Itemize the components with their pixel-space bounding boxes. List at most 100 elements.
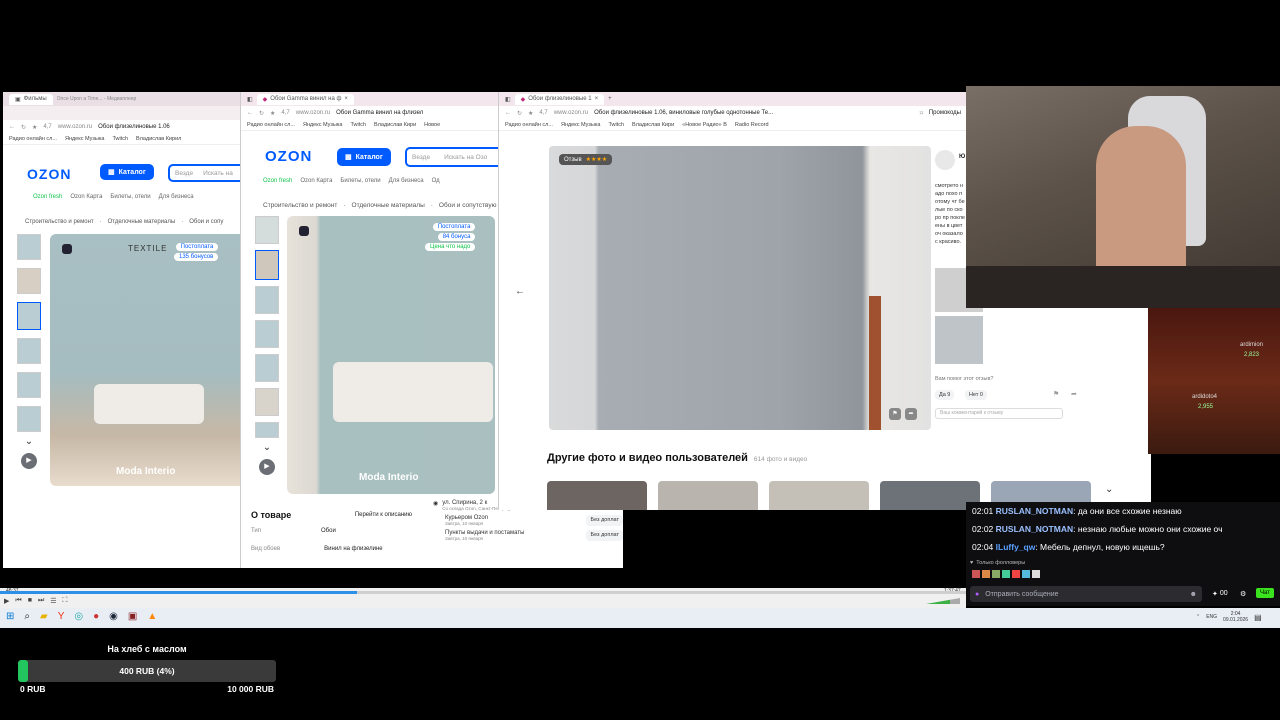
- emote-icon[interactable]: [972, 570, 980, 578]
- yandex-browser-icon[interactable]: Y: [58, 611, 65, 622]
- bookmark-item[interactable]: Яндекс Музыка: [561, 122, 600, 128]
- favorite-icon[interactable]: [299, 226, 309, 236]
- emote-icon[interactable]: [1032, 570, 1040, 578]
- language-indicator[interactable]: ENG: [1206, 614, 1217, 620]
- tab-nav-icon[interactable]: ◧: [505, 96, 511, 103]
- thumbnail[interactable]: [255, 250, 279, 280]
- thumbnail[interactable]: [255, 354, 279, 382]
- share-icon[interactable]: ➦: [1071, 390, 1077, 398]
- emote-icon[interactable]: [992, 570, 1000, 578]
- windows-start-icon[interactable]: ⊞: [6, 611, 14, 622]
- review-thumb[interactable]: [935, 316, 983, 364]
- new-tab-icon[interactable]: +: [608, 96, 612, 102]
- bookmark-item[interactable]: Twitch: [608, 122, 624, 128]
- thumbnail[interactable]: [255, 388, 279, 416]
- play-video-icon[interactable]: ▶: [259, 459, 275, 475]
- promo-button[interactable]: Промокоды: [929, 110, 961, 116]
- emote-icon[interactable]: [1002, 570, 1010, 578]
- playlist-icon[interactable]: ☰: [50, 597, 56, 605]
- bookmark-item[interactable]: Яндекс Музыка: [65, 136, 104, 142]
- bookmark-item[interactable]: Twitch: [112, 136, 128, 142]
- comment-input[interactable]: Ваш комментарий к отзыву: [935, 408, 1063, 419]
- browser-icon[interactable]: ◎: [74, 611, 83, 622]
- bookmark-item[interactable]: Twitch: [350, 122, 366, 128]
- ozon-logo[interactable]: OZON: [265, 148, 312, 165]
- thumbnail[interactable]: [255, 216, 279, 244]
- thumbnail[interactable]: [17, 234, 41, 260]
- bookmark-item[interactable]: Владислав Кири: [374, 122, 416, 128]
- thumbnail[interactable]: [17, 268, 41, 294]
- reload-icon[interactable]: ↻: [517, 110, 522, 117]
- emote-icon[interactable]: [1022, 570, 1030, 578]
- middle-tab[interactable]: ◆ Обои Gamma винил на ф ×: [256, 93, 354, 105]
- back-arrow-icon[interactable]: ←: [247, 110, 253, 116]
- back-tab[interactable]: ▣ Фильмы: [9, 93, 53, 105]
- bookmark-item[interactable]: Радио онлайн сл...: [247, 122, 295, 128]
- bookmark-item[interactable]: Владислав Кири: [632, 122, 674, 128]
- fullscreen-icon[interactable]: ⛶: [63, 597, 68, 605]
- chevron-down-icon[interactable]: ⌄: [17, 436, 41, 447]
- gallery-prev-arrow[interactable]: ←: [515, 286, 525, 297]
- vlc-icon[interactable]: ▲: [147, 611, 157, 622]
- bookmark-item[interactable]: Владислав Кирил: [136, 136, 181, 142]
- bookmark-item[interactable]: Радио онлайн сл...: [9, 136, 57, 142]
- back-arrow-icon[interactable]: ←: [505, 110, 511, 116]
- bookmark-item[interactable]: «Новое Радио» В: [682, 122, 727, 128]
- thumbnail[interactable]: [17, 406, 41, 432]
- play-icon[interactable]: ▶: [4, 597, 9, 605]
- file-explorer-icon[interactable]: ▰: [40, 611, 48, 622]
- chat-input[interactable]: ● Отправить сообщение ☻: [970, 586, 1202, 602]
- tab-nav-icon[interactable]: ◧: [247, 96, 253, 103]
- next-icon[interactable]: ⏭: [38, 597, 44, 605]
- close-icon[interactable]: ×: [344, 96, 348, 102]
- steam-icon[interactable]: ◉: [109, 611, 118, 622]
- chat-settings-icon[interactable]: ⚙: [1240, 590, 1246, 598]
- search-icon[interactable]: ⌕: [24, 611, 30, 622]
- thumbnail[interactable]: [255, 320, 279, 348]
- thumbnail[interactable]: [17, 372, 41, 398]
- thumbnail[interactable]: [17, 302, 41, 330]
- game-app-icon[interactable]: ▣: [128, 611, 137, 622]
- chat-send-button[interactable]: Чат: [1256, 588, 1274, 598]
- front-address-bar[interactable]: ← ↻ ★ 4,7 www.ozon.ru Обои флизелиновые 1…: [499, 106, 967, 120]
- emoji-icon[interactable]: ☻: [1190, 591, 1197, 598]
- user-photo[interactable]: [880, 481, 980, 510]
- favorite-icon[interactable]: [62, 244, 72, 254]
- emote-icon[interactable]: [982, 570, 990, 578]
- reload-icon[interactable]: ↻: [259, 110, 264, 117]
- back-arrow-icon[interactable]: ←: [9, 124, 15, 130]
- front-tab[interactable]: ◆ Обои флизелиновые 1 ×: [514, 93, 605, 105]
- report-icon[interactable]: ⚑: [1053, 390, 1059, 398]
- emote-icon[interactable]: [1012, 570, 1020, 578]
- play-video-icon[interactable]: ▶: [21, 453, 37, 469]
- user-photo[interactable]: [547, 481, 647, 510]
- tray-chevron-icon[interactable]: ⌃: [1196, 614, 1200, 620]
- about-link[interactable]: Перейти к описанию: [355, 512, 412, 518]
- close-icon[interactable]: ×: [595, 96, 599, 102]
- thumbnail[interactable]: [255, 286, 279, 314]
- channel-points[interactable]: ✦ 00: [1212, 590, 1228, 598]
- bookmark-item[interactable]: Radio Record: [735, 122, 769, 128]
- search-input[interactable]: Везде Искать на: [168, 164, 248, 182]
- bookmark-item[interactable]: Радио онлайн сл...: [505, 122, 553, 128]
- chevron-down-icon[interactable]: ⌄: [1105, 484, 1113, 495]
- product-image[interactable]: Постоплата 84 бонуса Цена что надо Moda …: [287, 216, 495, 494]
- ozon-logo[interactable]: OZON: [27, 166, 71, 182]
- notification-icon[interactable]: ▤: [1254, 613, 1262, 622]
- user-photo[interactable]: [658, 481, 758, 510]
- review-photo[interactable]: Отзыв ★★★★ ⚑ ➦: [549, 146, 931, 430]
- bookmark-item[interactable]: Яндекс Музыка: [303, 122, 342, 128]
- no-button[interactable]: Нет 0: [965, 390, 987, 400]
- share-icon[interactable]: ➦: [905, 408, 917, 420]
- thumbnail[interactable]: [255, 422, 279, 438]
- thumbnail[interactable]: [17, 338, 41, 364]
- prev-icon[interactable]: ⏮: [15, 597, 21, 605]
- flag-icon[interactable]: ⚑: [889, 408, 901, 420]
- seek-bar[interactable]: [0, 591, 966, 594]
- bookmark-item[interactable]: Новое: [424, 122, 440, 128]
- media-app-icon[interactable]: ●: [93, 611, 99, 622]
- reload-icon[interactable]: ↻: [21, 124, 26, 131]
- catalog-button[interactable]: ▦ Каталог: [100, 164, 154, 180]
- bookmark-icon[interactable]: ⌑: [920, 110, 923, 117]
- user-photo[interactable]: [769, 481, 869, 510]
